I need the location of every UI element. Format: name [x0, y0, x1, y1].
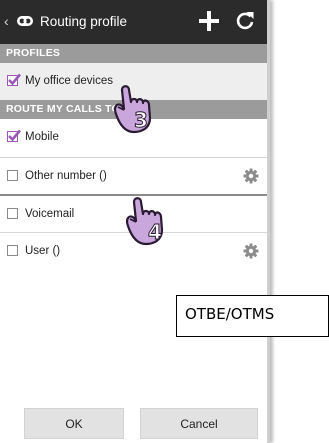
section-label: PROFILES: [6, 47, 61, 59]
callout-box: OTBE/OTMS: [176, 295, 329, 337]
step-3-label: 3: [134, 108, 148, 132]
hand-pointer-icon: 3: [114, 85, 152, 134]
section-header-profiles: PROFILES: [0, 44, 267, 63]
cancel-button[interactable]: Cancel: [140, 408, 258, 439]
back-chevron-icon[interactable]: ‹: [4, 12, 9, 30]
checkbox-unchecked[interactable]: [7, 170, 18, 181]
hand-pointer-icon: 4: [126, 197, 164, 246]
gear-icon[interactable]: [243, 243, 259, 259]
gear-icon[interactable]: [243, 168, 259, 184]
screen-edge: [267, 0, 270, 443]
check-icon: [8, 73, 21, 86]
app-bar: ‹ Routing profile: [0, 0, 267, 44]
check-icon: [8, 129, 21, 142]
plus-icon[interactable]: [196, 8, 222, 34]
route-item-other-number[interactable]: Other number (): [0, 158, 267, 194]
checkbox-unchecked[interactable]: [7, 208, 18, 219]
section-label: ROUTE MY CALLS TO: [6, 103, 120, 115]
ok-button[interactable]: OK: [24, 408, 124, 439]
item-label: My office devices: [25, 75, 113, 87]
step-4-label: 4: [148, 220, 162, 244]
item-label: Voicemail: [25, 208, 75, 220]
callout-label: OTBE/OTMS: [185, 305, 275, 323]
item-label: Other number (): [25, 170, 107, 182]
item-label: User (): [25, 245, 61, 257]
checkbox-unchecked[interactable]: [7, 245, 18, 256]
refresh-icon[interactable]: [233, 9, 257, 33]
checkbox-checked[interactable]: [7, 129, 21, 142]
page-title: Routing profile: [40, 14, 128, 29]
item-label: Mobile: [25, 131, 59, 143]
app-logo-icon: [17, 16, 33, 26]
checkbox-checked[interactable]: [7, 73, 21, 86]
